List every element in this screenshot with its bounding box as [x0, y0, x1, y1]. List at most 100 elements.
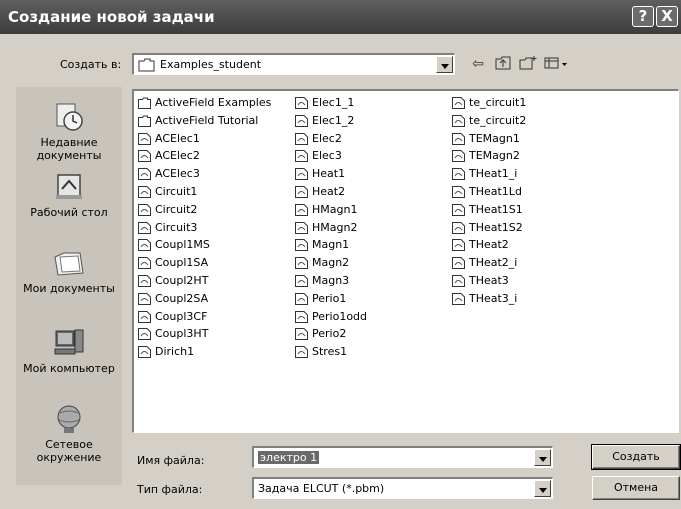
filename-dropdown-arrow[interactable] — [534, 449, 551, 466]
file-item[interactable]: THeat1S1 — [451, 201, 526, 219]
file-item[interactable]: THeat1_i — [451, 165, 526, 183]
help-button[interactable]: ? — [632, 6, 654, 27]
file-item[interactable]: Perio2 — [294, 325, 367, 343]
file-name: Elec1_1 — [312, 96, 355, 109]
file-item[interactable]: Coupl2HT — [137, 272, 271, 290]
file-item[interactable]: Coupl3CF — [137, 308, 271, 326]
file-item[interactable]: HMagn2 — [294, 219, 367, 237]
document-icon — [295, 97, 308, 109]
file-list[interactable]: ActiveField Examples ActiveField Tutorial… — [132, 89, 679, 433]
place-my-documents[interactable]: Мои документы — [16, 247, 122, 295]
place-label: Мои документы — [23, 282, 115, 295]
document-icon — [452, 185, 465, 198]
place-my-computer[interactable]: Мой компьютер — [16, 327, 122, 375]
create-button[interactable]: Создать — [591, 444, 681, 470]
file-item[interactable]: THeat3_i — [451, 290, 526, 308]
file-name: Perio2 — [312, 327, 347, 341]
file-item[interactable]: Magn1 — [294, 236, 367, 254]
place-desktop[interactable]: Рабочий стол — [16, 171, 122, 219]
file-item[interactable]: Circuit1 — [137, 183, 271, 201]
filename-input[interactable]: электро 1 — [252, 446, 553, 468]
file-item[interactable]: Elec1_2 — [294, 112, 367, 130]
filetype-label: Тип файла: — [137, 483, 203, 496]
location-dropdown-arrow[interactable] — [436, 56, 453, 73]
document-icon — [295, 221, 308, 234]
file-item[interactable]: THeat1Ld — [451, 183, 526, 201]
file-name: TEMagn1 — [469, 131, 520, 145]
file-item[interactable]: Magn2 — [294, 254, 367, 272]
file-item[interactable]: TEMagn2 — [451, 147, 526, 165]
file-item[interactable]: ACElec1 — [137, 130, 271, 148]
close-button[interactable]: X — [656, 6, 678, 27]
file-item[interactable]: THeat2 — [451, 236, 526, 254]
file-item[interactable]: Stres1 — [294, 343, 367, 361]
location-select[interactable]: Examples_student — [132, 53, 455, 75]
file-name: THeat2 — [469, 238, 509, 252]
document-icon — [295, 168, 308, 181]
file-item[interactable]: Coupl3HT — [137, 325, 271, 343]
file-name: Heat1 — [312, 167, 346, 181]
document-icon — [138, 203, 151, 216]
new-task-dialog: Создание новой задачи ? X Создать в: Exa… — [0, 0, 681, 509]
file-name: Circuit3 — [155, 220, 198, 234]
up-folder-icon[interactable] — [494, 55, 512, 73]
file-item[interactable]: Heat2 — [294, 183, 367, 201]
file-item[interactable]: Dirich1 — [137, 343, 271, 361]
document-icon — [295, 292, 308, 305]
filename-label: Имя файла: — [137, 454, 205, 467]
file-item[interactable]: Coupl1MS — [137, 236, 271, 254]
file-item[interactable]: Circuit2 — [137, 201, 271, 219]
filetype-dropdown-arrow[interactable] — [534, 480, 551, 497]
file-item[interactable]: te_circuit2 — [451, 112, 526, 130]
desktop-icon — [56, 174, 82, 199]
folder-item[interactable]: ActiveField Examples — [137, 94, 271, 112]
file-name: Perio1 — [312, 291, 347, 305]
file-item[interactable]: Magn3 — [294, 272, 367, 290]
file-name: te_circuit2 — [469, 113, 527, 127]
network-icon — [57, 405, 81, 433]
place-recent[interactable]: Недавние документы — [16, 101, 122, 162]
file-item[interactable]: THeat2_i — [451, 254, 526, 272]
file-item[interactable]: Elec2 — [294, 130, 367, 148]
file-item[interactable]: Coupl2SA — [137, 290, 271, 308]
file-name: te_circuit1 — [469, 96, 527, 109]
place-network[interactable]: Сетевое окружение — [16, 403, 122, 464]
cancel-button[interactable]: Отмена — [592, 476, 680, 500]
filetype-select[interactable]: Задача ELCUT (*.pbm) — [252, 477, 553, 499]
document-icon — [138, 346, 151, 359]
file-name: Perio1odd — [312, 309, 368, 323]
file-item[interactable]: Perio1 — [294, 290, 367, 308]
file-item[interactable]: Perio1odd — [294, 308, 367, 326]
file-name: Elec2 — [312, 131, 342, 145]
file-name: ACElec1 — [155, 131, 200, 145]
filename-value: электро 1 — [258, 451, 320, 464]
new-folder-icon[interactable] — [518, 55, 537, 73]
file-item[interactable]: THeat1S2 — [451, 219, 526, 237]
document-icon — [138, 274, 151, 287]
file-item[interactable]: Coupl1SA — [137, 254, 271, 272]
file-name: Circuit2 — [155, 202, 198, 216]
file-item[interactable]: te_circuit1 — [451, 94, 526, 112]
file-name: Coupl2SA — [155, 291, 209, 305]
file-item[interactable]: Circuit3 — [137, 219, 271, 237]
folder-item[interactable]: ActiveField Tutorial — [137, 112, 271, 130]
file-column-1: ActiveField Examples ActiveField Tutorial… — [137, 94, 271, 361]
folder-icon — [138, 97, 151, 109]
file-item[interactable]: Elec3 — [294, 147, 367, 165]
file-name: ActiveField Examples — [155, 96, 272, 109]
document-icon — [295, 346, 308, 359]
file-item[interactable]: ACElec3 — [137, 165, 271, 183]
file-item[interactable]: Heat1 — [294, 165, 367, 183]
document-icon — [295, 328, 308, 341]
file-name: Magn3 — [312, 273, 350, 287]
file-item[interactable]: THeat3 — [451, 272, 526, 290]
document-icon — [138, 257, 151, 270]
file-item[interactable]: HMagn1 — [294, 201, 367, 219]
file-item[interactable]: ACElec2 — [137, 147, 271, 165]
file-item[interactable]: Elec1_1 — [294, 94, 367, 112]
file-item[interactable]: TEMagn1 — [451, 130, 526, 148]
back-icon[interactable]: ⇦ — [469, 55, 487, 73]
view-menu-icon[interactable] — [543, 55, 569, 73]
file-name: Magn2 — [312, 256, 350, 270]
document-icon — [295, 150, 308, 163]
